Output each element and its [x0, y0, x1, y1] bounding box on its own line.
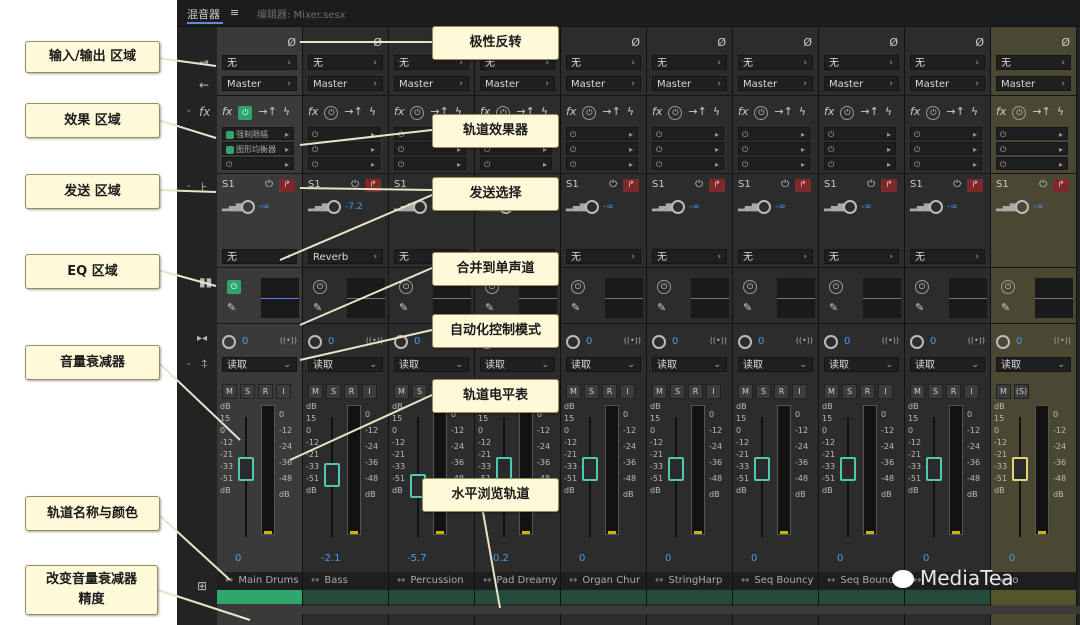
- watermark: MediaTea: [920, 566, 1014, 590]
- callout-io: 输入/输出 区域: [25, 41, 160, 73]
- callout-automode: 自动化控制模式: [432, 314, 559, 348]
- callout-sendselect: 发送选择: [432, 177, 559, 211]
- wechat-icon: [892, 570, 914, 588]
- callout-fx: 效果 区域: [25, 103, 160, 138]
- callout-precision-line1: 改变音量衰减器: [45, 572, 137, 587]
- callout-trackname: 轨道名称与颜色: [25, 496, 160, 531]
- callout-send: 发送 区域: [25, 174, 160, 209]
- callout-eq: EQ 区域: [25, 254, 160, 289]
- callout-pointers: [157, 41, 501, 621]
- callout-hscroll: 水平浏览轨道: [422, 478, 559, 512]
- callout-meter: 轨道电平表: [432, 379, 559, 413]
- callout-precision: 改变音量衰减器 精度: [25, 565, 158, 615]
- callout-phase: 极性反转: [432, 26, 559, 60]
- callout-mono: 合并到单声道: [432, 252, 559, 286]
- callout-trackfx: 轨道效果器: [432, 114, 559, 148]
- callout-precision-line2: 精度: [78, 592, 105, 607]
- callout-fader: 音量衰减器: [25, 345, 160, 380]
